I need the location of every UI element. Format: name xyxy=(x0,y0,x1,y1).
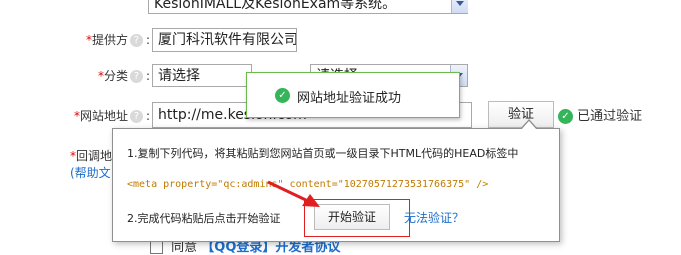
site-label: 网站地址 xyxy=(79,109,128,123)
help-icon[interactable]: ? xyxy=(129,110,143,123)
start-verify-button-label: 开始验证 xyxy=(327,210,376,224)
agreement-checkbox[interactable] xyxy=(150,241,163,254)
verified-status: ✓ 已通过验证 xyxy=(558,105,642,124)
category-select-primary[interactable]: 请选择 xyxy=(152,64,252,87)
callback-label-group: *回调地 xyxy=(69,149,112,163)
help-doc-link-text: (帮助文 xyxy=(70,166,111,180)
supplier-input-value: 厦门科汛软件有限公司 xyxy=(158,32,297,48)
popup-step1: 1.复制下列代码，将其粘贴到您网站首页或一级目录下HTML代码的HEAD标签中 xyxy=(127,147,519,160)
site-label-group: *网站地址?: xyxy=(73,109,150,123)
agreement-text: 同意 xyxy=(171,240,198,255)
callback-label: 回调地 xyxy=(75,149,112,163)
check-icon: ✓ xyxy=(275,88,290,103)
description-select[interactable]: KesionIMALL及KesionExam等系统。 xyxy=(148,0,468,14)
popup-pointer-inner xyxy=(521,121,537,130)
cannot-verify-link[interactable]: 无法验证？ xyxy=(404,209,464,226)
category-label-group: *分类?: xyxy=(97,69,150,83)
agreement-link[interactable]: 【QQ登录】开发者协议 xyxy=(201,240,340,255)
category-select-primary-value: 请选择 xyxy=(158,68,200,84)
supplier-label-group: *提供方?: xyxy=(85,33,150,47)
description-select-value: KesionIMALL及KesionExam等系统。 xyxy=(154,0,397,12)
help-icon[interactable]: ? xyxy=(129,70,143,83)
check-icon: ✓ xyxy=(558,109,573,124)
verification-popup: 1.复制下列代码，将其粘贴到您网站首页或一级目录下HTML代码的HEAD标签中 … xyxy=(112,128,560,242)
supplier-input[interactable]: 厦门科汛软件有限公司 xyxy=(152,28,297,52)
help-icon[interactable]: ? xyxy=(129,34,143,47)
verified-text: 已通过验证 xyxy=(577,109,643,124)
annotation-arrow xyxy=(267,180,320,207)
chevron-down-icon[interactable] xyxy=(451,0,468,13)
success-toast: ✓ 网站地址验证成功 xyxy=(246,72,460,118)
category-label: 分类 xyxy=(103,69,128,83)
supplier-label: 提供方 xyxy=(91,33,128,47)
help-doc-link[interactable]: (帮助文 xyxy=(70,164,112,181)
toast-message: 网站地址验证成功 xyxy=(297,91,402,106)
popup-step2: 2.完成代码粘贴后点击开始验证 xyxy=(127,212,281,225)
